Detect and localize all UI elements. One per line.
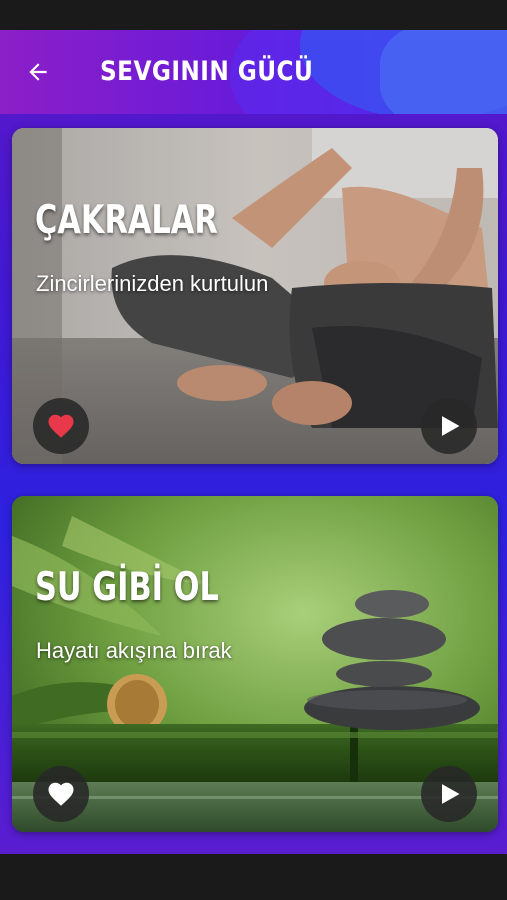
page-title: SEVGININ GÜCÜ: [100, 56, 314, 87]
play-icon: [442, 416, 460, 436]
play-button[interactable]: [421, 766, 477, 822]
card-title: SU GİBİ OL: [35, 565, 219, 610]
card-subtitle: Zincirlerinizden kurtulun: [36, 271, 269, 296]
status-bar: [0, 0, 507, 30]
heart-filled-icon: [48, 782, 74, 806]
header-decoration: [380, 30, 507, 114]
program-card-su-gibi-ol[interactable]: SU GİBİ OL Hayatı akışına bırak: [12, 496, 498, 832]
play-button[interactable]: [421, 398, 477, 454]
back-button[interactable]: [20, 54, 56, 90]
program-card-cakralar[interactable]: ÇAKRALAR Zincirlerinizden kurtulun: [12, 128, 498, 464]
heart-filled-icon: [48, 414, 74, 438]
card-subtitle: Hayatı akışına bırak: [36, 638, 232, 663]
play-icon: [442, 784, 460, 804]
navigation-bar: [0, 854, 507, 900]
header-bar: SEVGININ GÜCÜ: [0, 30, 507, 114]
favorite-button[interactable]: [33, 766, 89, 822]
favorite-button[interactable]: [33, 398, 89, 454]
arrow-left-icon: [29, 63, 47, 81]
app-screen: SEVGININ GÜCÜ ÇAKRALAR Zincirlerinizden …: [0, 30, 507, 854]
card-title: ÇAKRALAR: [35, 198, 218, 243]
